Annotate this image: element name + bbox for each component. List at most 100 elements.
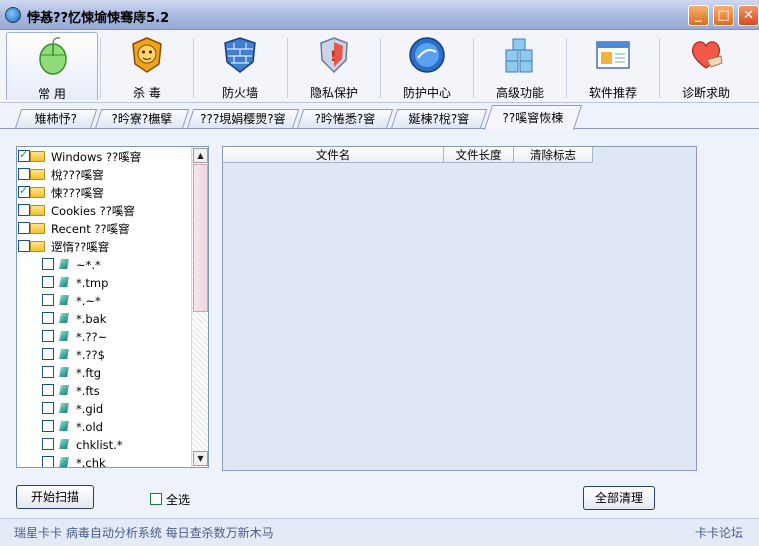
file-list-table[interactable]: 文件名 文件长度 清除标志 [222,146,697,471]
tree-item[interactable]: 遻惰??嗘窨 [17,239,193,255]
tree-checkbox[interactable] [42,420,54,432]
tree-item[interactable]: *.chk [17,455,193,467]
svg-text:!: ! [330,49,336,65]
tree-item[interactable]: chklist.* [17,437,193,453]
tool-common[interactable]: 常 用 [6,32,98,101]
table-header: 文件名 文件长度 清除标志 [223,147,696,164]
tree-checkbox[interactable] [42,456,54,467]
tree-checkbox[interactable] [42,366,54,378]
heart-hand-icon [691,41,723,69]
software-window-icon [596,41,630,69]
tree-item[interactable]: *.fts [17,383,193,399]
tree-checkbox[interactable] [18,148,30,162]
file-pattern-icon [59,403,69,413]
tool-privacy[interactable]: ! 隐私保护 [288,32,380,100]
tree-checkbox[interactable] [42,384,54,396]
tree-item[interactable]: *.old [17,419,193,435]
tree-item[interactable]: *.bak [17,311,193,327]
window-title: 悖惎??忆悚堬悚骞庤5.2 [27,11,170,26]
tab-3[interactable]: ???垷娟樱煛?窨 [186,109,300,129]
tree-checkbox[interactable] [18,204,30,216]
file-pattern-icon [59,349,69,359]
file-pattern-icon [59,331,69,341]
tree-item[interactable]: Windows ??嗘窨 [17,148,193,165]
clean-all-button[interactable]: 全部清理 [583,486,655,510]
tab-5[interactable]: 娫楝?梲?窨 [390,109,488,129]
minimize-button[interactable]: _ [688,5,709,26]
select-all-box[interactable] [150,493,162,505]
tab-strip: 雉柿忬? ?昑寮?橅擘 ???垷娟樱煛?窨 ?昑惓悉?窨 娫楝?梲?窨 ??嗘窨… [0,103,759,130]
column-header-file-length[interactable]: 文件长度 [444,147,514,163]
tab-2[interactable]: ?昑寮?橅擘 [94,109,190,129]
forum-link[interactable]: 卡卡论坛 [695,524,743,541]
title-bar: 悖惎??忆悚堬悚骞庤5.2 _ □ ✕ [0,0,759,30]
tab-4[interactable]: ?昑惓悉?窨 [296,109,394,129]
tree-checkbox[interactable] [42,294,54,306]
tab-6-active[interactable]: ??嗘窨恢楝 [483,105,583,130]
tree-item[interactable]: *.gid [17,401,193,417]
tool-diagnosis-help[interactable]: 诊断求助 [660,32,752,100]
tree-checkbox[interactable] [42,276,54,288]
tree-item[interactable]: *.ftg [17,365,193,381]
tree-checkbox[interactable] [42,312,54,324]
column-header-clear-flag[interactable]: 清除标志 [514,147,593,163]
select-all-label: 全选 [166,493,191,507]
tree-checkbox[interactable] [42,330,54,342]
tool-privacy-label: 隐私保护 [309,86,358,100]
scroll-thumb[interactable] [193,164,208,312]
scroll-up-arrow-icon[interactable]: ▲ [193,148,208,163]
tree-item[interactable]: 悚???嗘窨 [17,184,193,201]
tool-diagnosis-help-label: 诊断求助 [681,86,730,100]
status-bar: 瑞星卡卡 病毒自动分析系统 每日查杀数万新木马 卡卡论坛 [0,518,759,546]
tree-item[interactable]: Cookies ??嗘窨 [17,203,193,219]
tool-protection-center[interactable]: 防护中心 [381,32,473,100]
file-pattern-icon [59,277,69,287]
tree-checkbox[interactable] [18,184,30,198]
column-header-filename[interactable]: 文件名 [223,147,444,163]
file-pattern-icon [59,313,69,323]
tool-firewall[interactable]: 防火墙 [194,32,286,100]
clean-item-tree[interactable]: Windows ??嗘窨 梲???嗘窨 悚???嗘窨 Cookies ??嗘窨 … [16,146,209,468]
scroll-down-arrow-icon[interactable]: ▼ [193,451,208,466]
cubes-icon [505,38,533,73]
privacy-shield-icon: ! [320,37,348,74]
folder-icon [30,169,45,180]
close-button[interactable]: ✕ [738,5,759,26]
folder-icon [30,223,45,234]
file-pattern-icon [59,295,69,305]
tree-item[interactable]: *.??~ [17,329,193,345]
tree-item[interactable]: *.??$ [17,347,193,363]
tool-software-recommend[interactable]: 软件推荐 [567,32,659,100]
tree-checkbox[interactable] [42,348,54,360]
tree-checkbox[interactable] [42,258,54,270]
tree-checkbox[interactable] [42,438,54,450]
app-logo-icon [5,7,21,23]
firewall-icon [224,37,256,73]
tree-checkbox[interactable] [18,168,30,180]
tree-checkbox[interactable] [18,222,30,234]
tree-item[interactable]: 梲???嗘窨 [17,167,193,183]
tree-scrollbar[interactable]: ▲ ▼ [191,147,208,467]
folder-icon [30,205,45,216]
tool-protection-center-label: 防护中心 [402,86,451,100]
tool-software-recommend-label: 软件推荐 [588,86,637,100]
tree-checkbox[interactable] [18,240,30,252]
tree-item[interactable]: ~*.* [17,257,193,273]
tool-antivirus[interactable]: 杀 毒 [101,32,193,100]
tree-item[interactable]: Recent ??嗘窨 [17,221,193,237]
tab-1[interactable]: 雉柿忬? [14,109,98,129]
tool-firewall-label: 防火墙 [221,86,258,100]
maximize-button[interactable]: □ [713,5,734,26]
tree-item[interactable]: *.~* [17,293,193,309]
tree-checkbox[interactable] [42,402,54,414]
tree-item[interactable]: *.tmp [17,275,193,291]
file-pattern-icon [59,367,69,377]
file-pattern-icon [59,457,69,467]
lion-icon [132,37,162,73]
tool-advanced[interactable]: 高级功能 [474,32,566,100]
file-pattern-icon [59,439,69,449]
start-scan-button[interactable]: 开始扫描 [16,485,94,509]
protection-globe-icon [409,37,445,73]
status-slogan: 瑞星卡卡 病毒自动分析系统 每日查杀数万新木马 [14,526,274,540]
tool-antivirus-label: 杀 毒 [133,86,161,100]
